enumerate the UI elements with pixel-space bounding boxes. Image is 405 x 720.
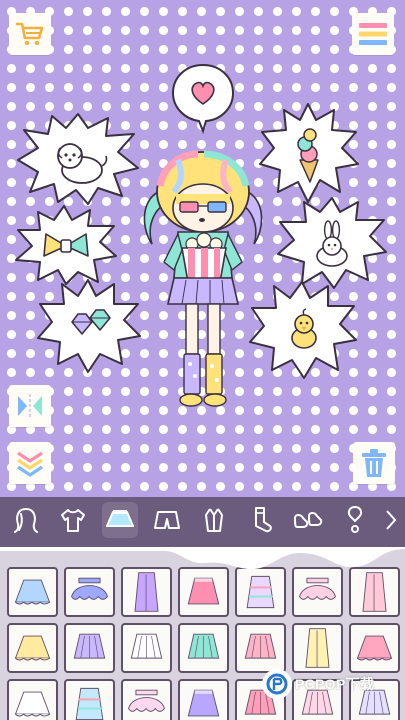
skirt-item-icon: [244, 633, 277, 659]
item-tile[interactable]: [121, 679, 172, 720]
item-tile[interactable]: [7, 679, 58, 720]
menu-button[interactable]: [352, 13, 394, 55]
skirt-item-icon: [187, 633, 220, 659]
panel-wave: [0, 543, 405, 570]
category-accessory[interactable]: [337, 502, 373, 538]
skirt-item-icon: [14, 691, 51, 717]
category-extra[interactable]: [384, 502, 398, 538]
category-shorts[interactable]: [149, 502, 185, 538]
item-tile[interactable]: [64, 679, 115, 720]
item-tile[interactable]: [178, 623, 229, 673]
flip-button[interactable]: [9, 385, 51, 427]
sticker-bunny[interactable]: [276, 196, 388, 292]
chevron-down-icon: [15, 449, 45, 477]
watermark-logo: [262, 669, 292, 699]
category-shirt[interactable]: [55, 502, 91, 538]
sticker-bow[interactable]: [14, 204, 118, 286]
shopping-cart-icon: [15, 21, 45, 47]
category-toolbar: [0, 497, 405, 543]
shoes-icon: [293, 508, 323, 532]
skirt-item-icon: [130, 633, 163, 659]
flip-icon: [15, 392, 45, 420]
outfit-icon: [200, 506, 228, 534]
skirt-item-icon: [305, 628, 330, 668]
sticker-dog[interactable]: [16, 112, 140, 206]
category-hair[interactable]: [8, 502, 44, 538]
item-tile[interactable]: [64, 623, 115, 673]
watermark-text: PCPOP下载: [295, 676, 375, 692]
popcorn-icon: [181, 232, 227, 283]
skirt-item-icon: [187, 689, 220, 717]
socks-icon: [248, 506, 274, 534]
hair-icon: [13, 506, 39, 534]
character[interactable]: [138, 146, 268, 421]
watermark: PCPOP下载: [262, 666, 402, 702]
skirt-item-icon: [128, 689, 165, 712]
skirt-icon: [105, 508, 135, 532]
shorts-icon: [153, 508, 181, 532]
move-down-button[interactable]: [9, 442, 51, 484]
item-tile[interactable]: [7, 623, 58, 673]
skirt-item-icon: [73, 633, 106, 659]
skirt-item-icon: [356, 635, 393, 661]
category-socks[interactable]: [243, 502, 279, 538]
skirt-item-icon: [75, 687, 104, 720]
shirt-icon: [59, 507, 87, 533]
sticker-ice-cream[interactable]: [258, 102, 360, 206]
skirt-item-icon: [14, 635, 51, 661]
sticker-gems[interactable]: [36, 278, 142, 374]
speech-bubble[interactable]: [170, 62, 236, 139]
category-outfit[interactable]: [196, 502, 232, 538]
menu-stripes-icon: [358, 21, 388, 47]
category-shoes[interactable]: [290, 502, 326, 538]
item-tile[interactable]: [121, 623, 172, 673]
category-skirt[interactable]: [101, 502, 138, 538]
accessory-icon: [345, 505, 365, 535]
trash-button[interactable]: [353, 442, 395, 484]
trash-icon: [360, 448, 388, 478]
extra-icon: [385, 507, 397, 533]
item-tile[interactable]: [178, 679, 229, 720]
shop-button[interactable]: [9, 13, 51, 55]
